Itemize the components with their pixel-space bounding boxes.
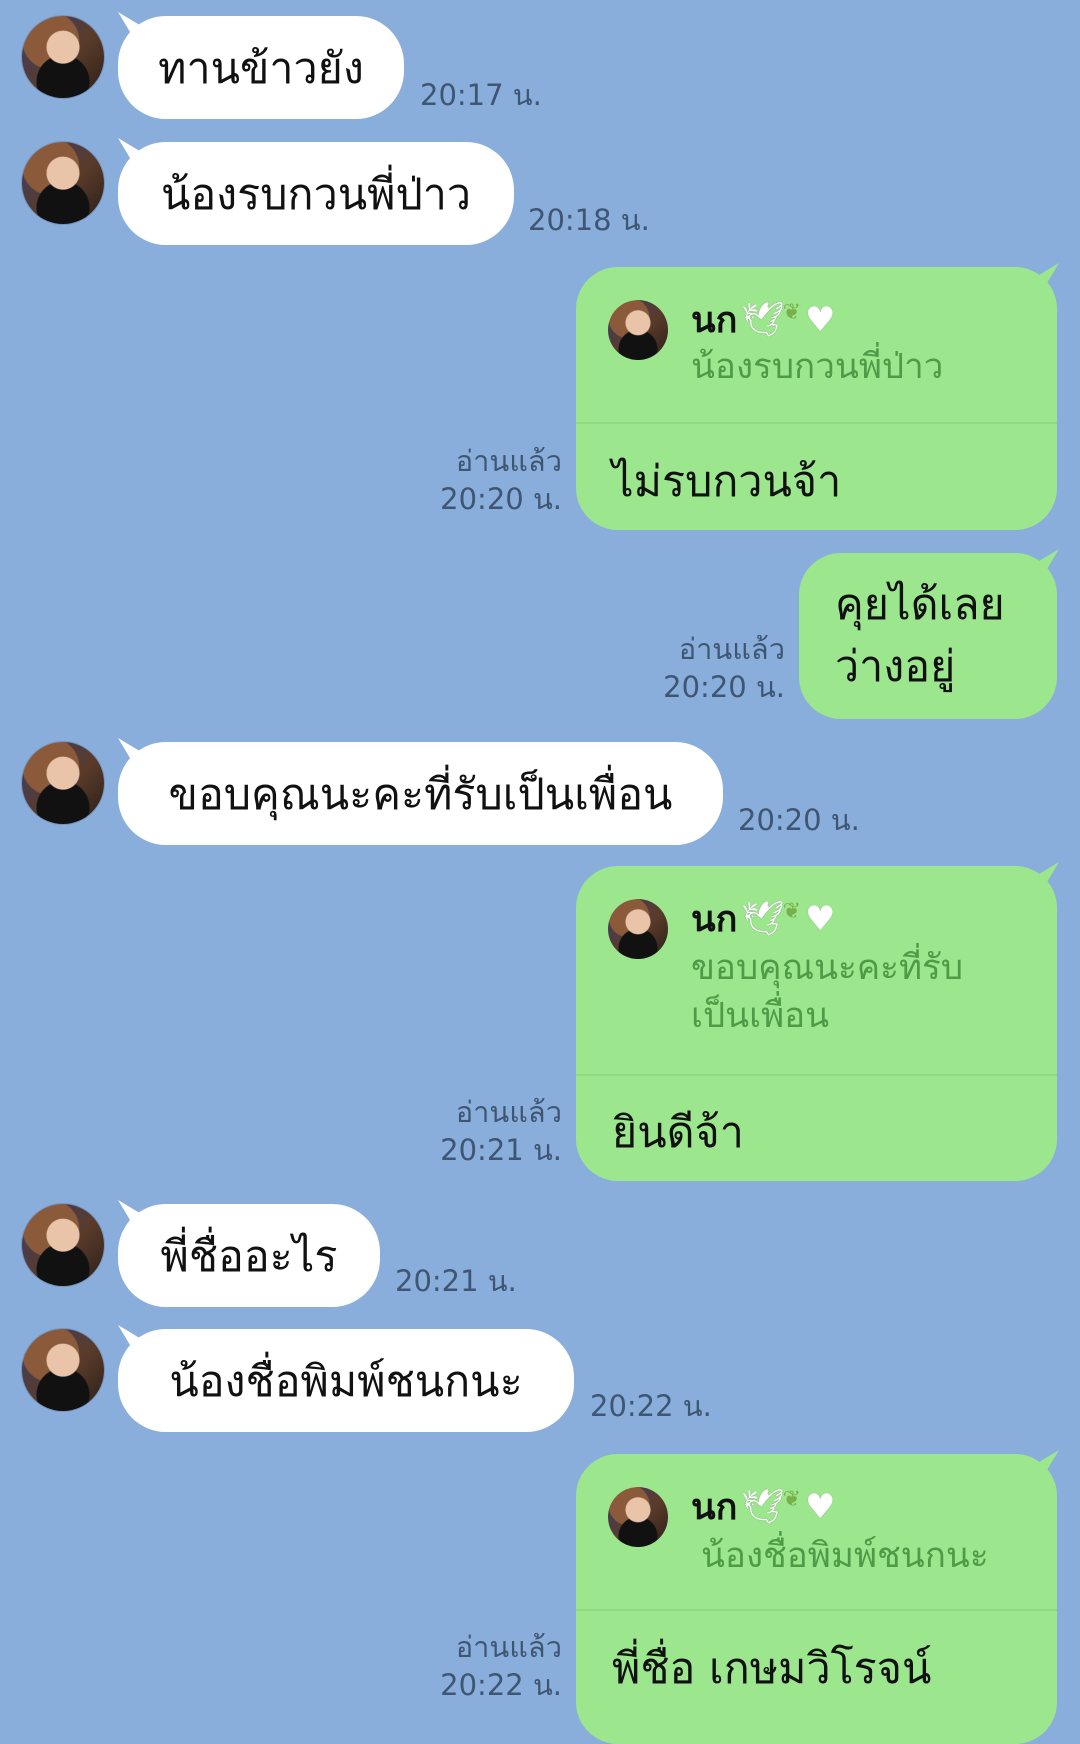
quoted-message[interactable]: นก 🕊 ❦ ♥ น้องรบกวนพี่ป่าว: [576, 267, 1057, 422]
message-text: พี่ชื่อ เกษมวิโรจน์: [612, 1644, 932, 1694]
outgoing-reply-message[interactable]: นก 🕊 ❦ ♥ ขอบคุณนะคะที่รับ เป็นเพื่อน ยินด…: [576, 866, 1057, 1181]
dove-icon: 🕊: [741, 898, 785, 939]
outgoing-reply-message[interactable]: นก 🕊 ❦ ♥ น้องรบกวนพี่ป่าว ไม่รบกวนจ้า: [576, 267, 1057, 530]
read-status: อ่านแล้ว: [455, 1095, 562, 1129]
read-status: อ่านแล้ว: [455, 1630, 562, 1664]
quoted-text: น้องรบกวนพี่ป่าว: [691, 347, 944, 387]
quoted-message[interactable]: นก 🕊 ❦ ♥ ขอบคุณนะคะที่รับ เป็นเพื่อน: [576, 866, 1057, 1074]
outgoing-message[interactable]: คุยได้เลย ว่างอยู่: [799, 553, 1057, 719]
message-time: 20:18 น.: [528, 203, 650, 237]
white-heart-icon: ♥: [805, 1486, 836, 1527]
message-time: 20:22 น.: [440, 1668, 562, 1702]
olive-branch-icon: ❦: [782, 899, 802, 924]
read-receipt: อ่านแล้ว 20:20 น.: [408, 442, 562, 518]
outgoing-reply-message[interactable]: นก 🕊 ❦ ♥ น้องชื่อพิมพ์ชนกนะ พี่ชื่อ เกษมว…: [576, 1454, 1057, 1744]
contact-avatar[interactable]: [22, 1329, 104, 1411]
quoted-avatar: [608, 300, 668, 360]
white-heart-icon: ♥: [805, 898, 836, 939]
reply-divider: [576, 1609, 1057, 1611]
olive-branch-icon: ❦: [782, 1487, 802, 1512]
quoted-sender: นก 🕊 ❦ ♥: [691, 1478, 836, 1535]
read-receipt: อ่านแล้ว 20:20 น.: [630, 630, 785, 706]
incoming-message[interactable]: พี่ชื่ออะไร: [118, 1204, 380, 1307]
quoted-text-line: เป็นเพื่อน: [691, 996, 830, 1036]
incoming-message[interactable]: ทานข้าวยัง: [118, 16, 404, 119]
read-status: อ่านแล้ว: [455, 444, 562, 478]
dove-icon: 🕊: [741, 299, 785, 340]
read-status: อ่านแล้ว: [678, 632, 785, 666]
contact-avatar[interactable]: [22, 142, 104, 224]
quoted-sender: นก 🕊 ❦ ♥: [691, 291, 836, 348]
read-receipt: อ่านแล้ว 20:22 น.: [408, 1628, 562, 1704]
quoted-text-line: ขอบคุณนะคะที่รับ: [691, 948, 964, 988]
message-text: ยินดีจ้า: [612, 1108, 744, 1158]
incoming-message[interactable]: ขอบคุณนะคะที่รับเป็นเพื่อน: [118, 742, 723, 845]
message-time: 20:20 น.: [663, 670, 785, 704]
message-time: 20:20 น.: [738, 803, 860, 837]
quoted-sender-name: นก: [691, 899, 738, 940]
contact-avatar[interactable]: [22, 1204, 104, 1286]
message-text-line: คุยได้เลย: [835, 580, 1005, 630]
quoted-sender-name: นก: [691, 1487, 738, 1528]
message-text: ทานข้าวยัง: [158, 43, 364, 94]
chat-area[interactable]: ทานข้าวยัง 20:17 น. น้องรบกวนพี่ป่าว 20:…: [0, 0, 1080, 1744]
incoming-message[interactable]: น้องชื่อพิมพ์ชนกนะ: [118, 1329, 574, 1432]
reply-divider: [576, 422, 1057, 424]
olive-branch-icon: ❦: [782, 300, 802, 325]
quoted-text: น้องชื่อพิมพ์ชนกนะ: [701, 1536, 989, 1576]
quoted-text: ขอบคุณนะคะที่รับ เป็นเพื่อน: [691, 944, 963, 1040]
quoted-avatar: [608, 1487, 668, 1547]
message-text: น้องชื่อพิมพ์ชนกนะ: [169, 1356, 523, 1407]
message-text: น้องรบกวนพี่ป่าว: [160, 169, 472, 220]
message-text: พี่ชื่ออะไร: [160, 1231, 338, 1282]
message-time: 20:21 น.: [440, 1133, 562, 1167]
message-time: 20:20 น.: [440, 482, 562, 516]
message-time: 20:22 น.: [590, 1389, 712, 1423]
contact-avatar[interactable]: [22, 16, 104, 98]
quoted-sender-name: นก: [691, 300, 738, 341]
message-text-line: ว่างอยู่: [835, 642, 956, 692]
incoming-message[interactable]: น้องรบกวนพี่ป่าว: [118, 142, 514, 245]
quoted-message[interactable]: นก 🕊 ❦ ♥ น้องชื่อพิมพ์ชนกนะ: [576, 1454, 1057, 1609]
quoted-avatar: [608, 899, 668, 959]
message-time: 20:17 น.: [420, 78, 542, 112]
message-text: ขอบคุณนะคะที่รับเป็นเพื่อน: [168, 769, 673, 820]
quoted-sender: นก 🕊 ❦ ♥: [691, 890, 836, 947]
message-text: ไม่รบกวนจ้า: [612, 457, 842, 507]
read-receipt: อ่านแล้ว 20:21 น.: [408, 1093, 562, 1169]
message-time: 20:21 น.: [395, 1264, 517, 1298]
reply-divider: [576, 1074, 1057, 1076]
message-text: คุยได้เลย ว่างอยู่: [835, 574, 1005, 698]
dove-icon: 🕊: [741, 1486, 785, 1527]
contact-avatar[interactable]: [22, 742, 104, 824]
white-heart-icon: ♥: [805, 299, 836, 340]
